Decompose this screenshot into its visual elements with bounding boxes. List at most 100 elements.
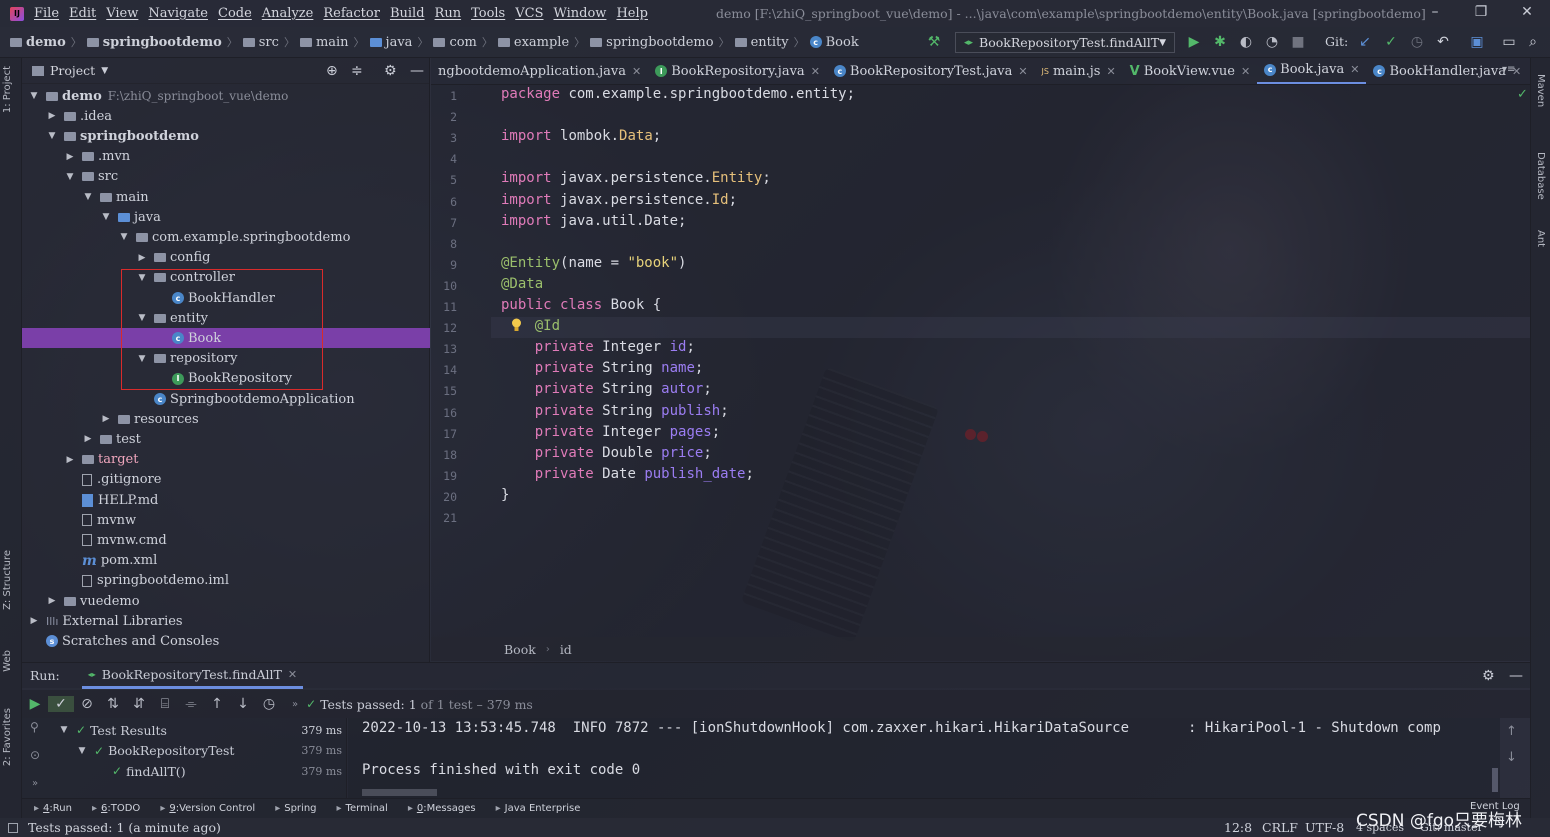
close-icon[interactable]: ✕ [1350, 63, 1359, 76]
expanded-arrow-icon[interactable]: ▼ [64, 172, 76, 182]
minimize-button[interactable]: – [1425, 4, 1445, 20]
breadcrumb-item[interactable]: src [242, 35, 279, 50]
menu-file[interactable]: File [34, 6, 59, 21]
tab-main-js[interactable]: JS main.js ✕ [1035, 58, 1123, 84]
tree-item-main[interactable]: ▼ main [22, 187, 430, 207]
tree-item-springbootdemoapplication[interactable]: c SpringbootdemoApplication [22, 389, 430, 409]
tool-window-terminal[interactable]: ▸ Terminal [325, 803, 388, 814]
close-icon[interactable]: ✕ [632, 65, 641, 78]
menu-window[interactable]: Window [553, 6, 606, 21]
tool-window-todo[interactable]: ▸ 6: TODO [80, 803, 140, 814]
menu-view[interactable]: View [106, 6, 138, 21]
debug-icon[interactable]: ✱ [1211, 34, 1229, 50]
maven-tool-button[interactable]: Maven [1535, 74, 1546, 107]
camera-icon[interactable]: ⊙ [30, 748, 40, 762]
tree-item-springbootdemo[interactable]: ▼ springbootdemo [22, 126, 430, 146]
tree-item-mvnw[interactable]: mvnw [22, 510, 430, 530]
menu-run[interactable]: Run [435, 6, 462, 21]
tree-item-idea[interactable]: ▶ .idea [22, 106, 430, 126]
restore-button[interactable]: ❐ [1471, 4, 1491, 20]
test-history-icon[interactable]: ◷ [256, 696, 282, 712]
previous-failed-icon[interactable]: ↑ [204, 696, 230, 712]
coverage-icon[interactable]: ◐ [1237, 34, 1255, 50]
tool-window-spring[interactable]: ▸ Spring [263, 803, 316, 814]
tree-item-gitignore[interactable]: .gitignore [22, 470, 430, 490]
breadcrumb-item[interactable]: example [497, 35, 569, 50]
structure-tool-button[interactable]: Z: Structure [2, 550, 13, 610]
git-update-icon[interactable]: ↙ [1356, 34, 1374, 50]
expanded-arrow-icon[interactable]: ▼ [118, 232, 130, 242]
tree-item-help-md[interactable]: HELP.md [22, 490, 430, 510]
tree-item-resources[interactable]: ▶ resources [22, 409, 430, 429]
pin-icon[interactable]: ⚲ [30, 720, 39, 734]
close-icon[interactable]: ✕ [1106, 65, 1115, 78]
tree-item-mvn[interactable]: ▶ .mvn [22, 147, 430, 167]
tool-window-version-control[interactable]: ▸ 9: Version Control [148, 803, 255, 814]
menu-help[interactable]: Help [616, 6, 648, 21]
expand-all-icon[interactable]: ⌸ [152, 696, 178, 712]
editor-breadcrumb-field[interactable]: id [560, 642, 572, 657]
tree-item-mvnw-cmd[interactable]: mvnw.cmd [22, 530, 430, 550]
run-icon[interactable]: ▶ [1185, 34, 1203, 50]
tree-item-src[interactable]: ▼ src [22, 167, 430, 187]
scroll-down-icon[interactable]: ↓ [1506, 750, 1517, 765]
close-icon[interactable]: ✕ [1018, 65, 1027, 78]
test-result-row[interactable]: ▼ ✓ Test Results 379 ms [22, 720, 347, 740]
sort-duration-icon[interactable]: ⇵ [126, 696, 152, 712]
file-encoding[interactable]: UTF-8 [1305, 820, 1344, 835]
editor-breadcrumb-class[interactable]: Book [504, 642, 536, 657]
more-icon[interactable]: » [32, 778, 38, 789]
breadcrumb-item[interactable]: demo [10, 35, 66, 50]
git-history-icon[interactable]: ◷ [1408, 34, 1426, 50]
stop-icon[interactable]: ■ [1289, 34, 1307, 50]
menu-build[interactable]: Build [390, 6, 425, 21]
tree-item-target[interactable]: ▶ target [22, 450, 430, 470]
tree-item-springbootdemo-iml[interactable]: springbootdemo.iml [22, 571, 430, 591]
console-output[interactable]: 2022-10-13 13:53:45.748 INFO 7872 --- [i… [348, 718, 1500, 798]
test-result-row[interactable]: ▼ ✓ BookRepositoryTest 379 ms [22, 741, 347, 761]
tab-overflow-icon[interactable]: ▾≡ [1502, 64, 1515, 75]
profile-icon[interactable]: ◔ [1263, 34, 1281, 50]
tab-bookrepositorytest-java[interactable]: c BookRepositoryTest.java ✕ [827, 58, 1035, 84]
line-separator[interactable]: CRLF [1262, 820, 1298, 835]
tree-item-pom-xml[interactable]: m pom.xml [22, 551, 430, 571]
project-tool-button[interactable]: 1: Project [2, 66, 13, 113]
menu-navigate[interactable]: Navigate [148, 6, 208, 21]
run-tab[interactable]: ◂▸ BookRepositoryTest.findAllT ✕ [81, 663, 304, 689]
tool-window-run[interactable]: ▸ 4: Run [22, 803, 72, 814]
menu-vcs[interactable]: VCS [515, 6, 543, 21]
menu-refactor[interactable]: Refactor [323, 6, 380, 21]
favorites-tool-button[interactable]: 2: Favorites [2, 708, 13, 766]
run-configuration-select[interactable]: ◂▸ BookRepositoryTest.findAllT ▼ [955, 32, 1175, 53]
toggle-tool-windows-icon[interactable] [8, 822, 18, 833]
tab-ngbootdemoapplication-java[interactable]: ngbootdemoApplication.java ✕ [431, 58, 648, 84]
menu-analyze[interactable]: Analyze [262, 6, 314, 21]
rerun-icon[interactable]: ▶ [22, 696, 48, 712]
next-failed-icon[interactable]: ↓ [230, 696, 256, 712]
collapsed-arrow-icon[interactable]: ▶ [64, 152, 76, 162]
tab-bookrepository-java[interactable]: I BookRepository.java ✕ [648, 58, 827, 84]
tree-item-vuedemo[interactable]: ▶ vuedemo [22, 591, 430, 611]
close-icon[interactable]: ✕ [811, 65, 820, 78]
expanded-arrow-icon[interactable]: ▼ [58, 725, 70, 735]
hide-panel-icon[interactable]: — [1509, 668, 1523, 684]
menu-tools[interactable]: Tools [471, 6, 505, 21]
presentation-icon[interactable]: ▭ [1500, 34, 1518, 50]
web-tool-button[interactable]: Web [2, 650, 13, 672]
hide-panel-icon[interactable]: — [410, 63, 424, 79]
gear-icon[interactable]: ⚙ [1482, 668, 1495, 684]
build-hammer-icon[interactable]: ⚒ [925, 34, 943, 50]
tool-window-java-enterprise[interactable]: ▸ Java Enterprise [484, 803, 581, 814]
collapsed-arrow-icon[interactable]: ▶ [82, 434, 94, 444]
breadcrumb-item[interactable]: springbootdemo [86, 35, 222, 50]
menu-code[interactable]: Code [218, 6, 252, 21]
collapsed-arrow-icon[interactable]: ▶ [46, 111, 58, 121]
close-window-button[interactable]: ✕ [1517, 4, 1537, 20]
database-tool-button[interactable]: Database [1535, 152, 1546, 200]
tool-window-messages[interactable]: ▸ 0: Messages [396, 803, 476, 814]
expanded-arrow-icon[interactable]: ▼ [82, 192, 94, 202]
tree-item-java[interactable]: ▼ java [22, 207, 430, 227]
breadcrumb-item[interactable]: c Book [809, 35, 859, 50]
collapsed-arrow-icon[interactable]: ▶ [46, 596, 58, 606]
collapsed-arrow-icon[interactable]: ▶ [100, 414, 112, 424]
